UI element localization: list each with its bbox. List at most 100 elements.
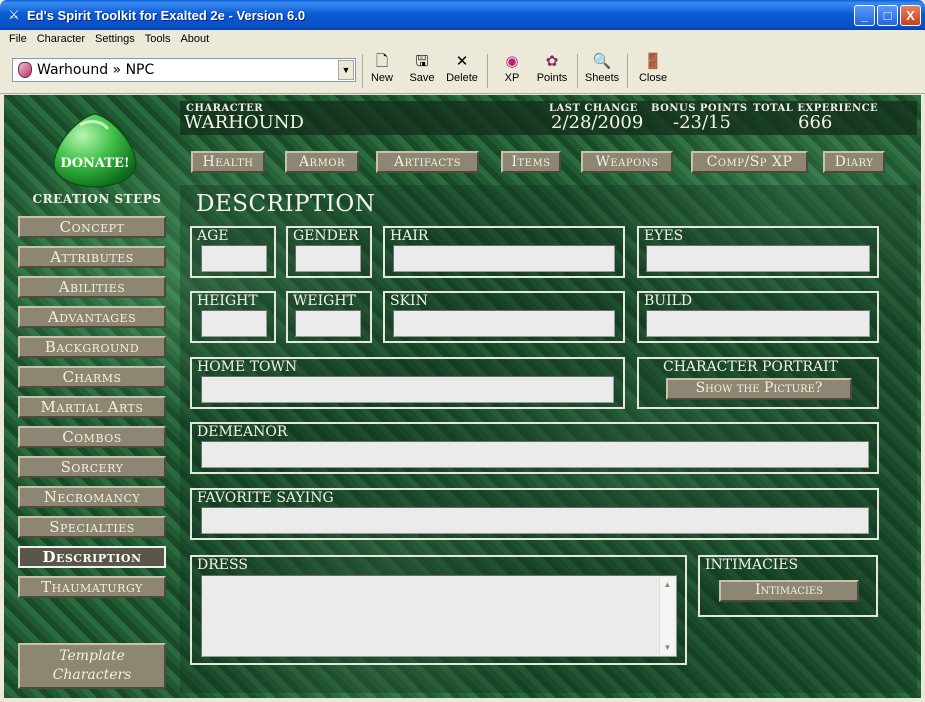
dress-scrollbar[interactable]: ▲ ▼ (659, 577, 675, 655)
age-field[interactable] (201, 245, 267, 272)
toolbar-separator (577, 54, 578, 88)
character-select[interactable]: Warhound » NPC ▼ (12, 58, 356, 82)
gender-label: GENDER (293, 228, 359, 244)
hair-label: HAIR (390, 228, 429, 244)
favorite-saying-label: FAVORITE SAYING (197, 490, 334, 506)
step-abilities[interactable]: Abilities (18, 276, 166, 298)
age-group: AGE (190, 226, 276, 278)
door-exit-icon: 🚪 (643, 53, 663, 70)
toolbar: Warhound » NPC ▼ 🗋 New 🖫 Save ✕ Delete ◉… (0, 48, 925, 94)
bonus-points-value: -23/15 (673, 112, 731, 133)
step-combos[interactable]: Combos (18, 426, 166, 448)
tab-artifacts[interactable]: Artifacts (376, 151, 479, 173)
close-button[interactable]: 🚪 Close (638, 52, 668, 90)
chevron-down-icon[interactable]: ▼ (338, 60, 354, 80)
step-thaumaturgy[interactable]: Thaumaturgy (18, 576, 166, 598)
xp-label: XP (504, 72, 520, 84)
hometown-group: HOME TOWN (190, 357, 625, 409)
step-background[interactable]: Background (18, 336, 166, 358)
page-title: DESCRIPTION (196, 191, 376, 217)
menu-bar: File Character Settings Tools About (0, 30, 925, 48)
menu-about[interactable]: About (175, 33, 214, 45)
gender-field[interactable] (295, 245, 361, 272)
last-change-value: 2/28/2009 (551, 112, 644, 133)
skin-group: SKIN (383, 291, 625, 343)
dress-group: DRESS ▲ ▼ (190, 555, 687, 665)
tab-items[interactable]: Items (501, 151, 561, 173)
step-advantages[interactable]: Advantages (18, 306, 166, 328)
step-specialties[interactable]: Specialties (18, 516, 166, 538)
skin-label: SKIN (390, 293, 428, 309)
eyes-label: EYES (644, 228, 684, 244)
step-necromancy[interactable]: Necromancy (18, 486, 166, 508)
eyes-field[interactable] (646, 245, 870, 272)
delete-button[interactable]: ✕ Delete (444, 52, 480, 90)
step-description[interactable]: Description (18, 546, 166, 568)
step-concept[interactable]: Concept (18, 216, 166, 238)
hometown-field[interactable] (201, 376, 614, 403)
step-charms[interactable]: Charms (18, 366, 166, 388)
save-label: Save (409, 72, 435, 84)
portrait-label: CHARACTER PORTRAIT (663, 359, 838, 375)
weight-field[interactable] (295, 310, 361, 337)
step-attributes[interactable]: Attributes (18, 246, 166, 268)
tab-comp-sp-xp[interactable]: Comp/Sp XP (691, 151, 808, 173)
donate-gem-button[interactable]: DONATE! (50, 111, 140, 189)
step-sorcery[interactable]: Sorcery (18, 456, 166, 478)
sheets-button[interactable]: 🔍 Sheets (584, 52, 620, 90)
tab-armor[interactable]: Armor (285, 151, 359, 173)
menu-file[interactable]: File (4, 33, 32, 45)
build-group: BUILD (637, 291, 879, 343)
new-document-icon: 🗋 (375, 53, 389, 70)
hair-group: HAIR (383, 226, 625, 278)
build-field[interactable] (646, 310, 870, 337)
intimacies-button[interactable]: Intimacies (719, 580, 859, 602)
template-label-line2: Characters (52, 667, 132, 683)
scroll-up-icon[interactable]: ▲ (660, 577, 675, 592)
tab-weapons[interactable]: Weapons (581, 151, 673, 173)
toolbar-separator (627, 54, 628, 88)
height-field[interactable] (201, 310, 267, 337)
donate-label: DONATE! (60, 156, 129, 171)
floppy-disk-icon: 🖫 (415, 53, 429, 70)
sidebar: DONATE! CREATION STEPS Concept Attribute… (4, 95, 179, 698)
new-button[interactable]: 🗋 New (370, 52, 394, 90)
dress-textarea[interactable]: ▲ ▼ (201, 575, 677, 657)
x-delete-icon: ✕ (455, 53, 469, 70)
portrait-group: CHARACTER PORTRAIT Show the Picture? (637, 357, 879, 409)
demeanor-group: DEMEANOR (190, 422, 879, 474)
demeanor-field[interactable] (201, 441, 869, 468)
menu-tools[interactable]: Tools (140, 33, 176, 45)
close-window-button[interactable]: X (900, 5, 921, 26)
template-label-line1: Template (59, 648, 125, 664)
skin-field[interactable] (393, 310, 615, 337)
menu-settings[interactable]: Settings (90, 33, 140, 45)
eyes-group: EYES (637, 226, 879, 278)
template-characters-button[interactable]: Template Characters (18, 643, 166, 689)
weight-group: WEIGHT (286, 291, 372, 343)
step-martial-arts[interactable]: Martial Arts (18, 396, 166, 418)
hair-field[interactable] (393, 245, 615, 272)
main-area: DONATE! CREATION STEPS Concept Attribute… (4, 95, 921, 698)
dress-label: DRESS (197, 557, 248, 573)
points-button[interactable]: ✿ Points (535, 52, 569, 90)
character-select-value: Warhound » NPC (37, 62, 155, 78)
tab-diary[interactable]: Diary (823, 151, 885, 173)
new-label: New (370, 72, 393, 84)
xp-orb-icon: ◉ (505, 53, 519, 70)
favorite-saying-field[interactable] (201, 507, 869, 534)
height-label: HEIGHT (197, 293, 258, 309)
menu-character[interactable]: Character (32, 33, 90, 45)
window-title: Ed's Spirit Toolkit for Exalted 2e - Ver… (27, 7, 306, 23)
maximize-button[interactable]: □ (877, 5, 898, 26)
save-button[interactable]: 🖫 Save (408, 52, 436, 90)
favorite-saying-group: FAVORITE SAYING (190, 488, 879, 540)
tab-health[interactable]: Health (191, 151, 265, 173)
show-picture-button[interactable]: Show the Picture? (666, 378, 852, 400)
minimize-button[interactable]: _ (854, 5, 875, 26)
points-icon: ✿ (545, 53, 559, 70)
build-label: BUILD (644, 293, 693, 309)
height-group: HEIGHT (190, 291, 276, 343)
xp-button[interactable]: ◉ XP (500, 52, 524, 90)
scroll-down-icon[interactable]: ▼ (660, 640, 675, 655)
